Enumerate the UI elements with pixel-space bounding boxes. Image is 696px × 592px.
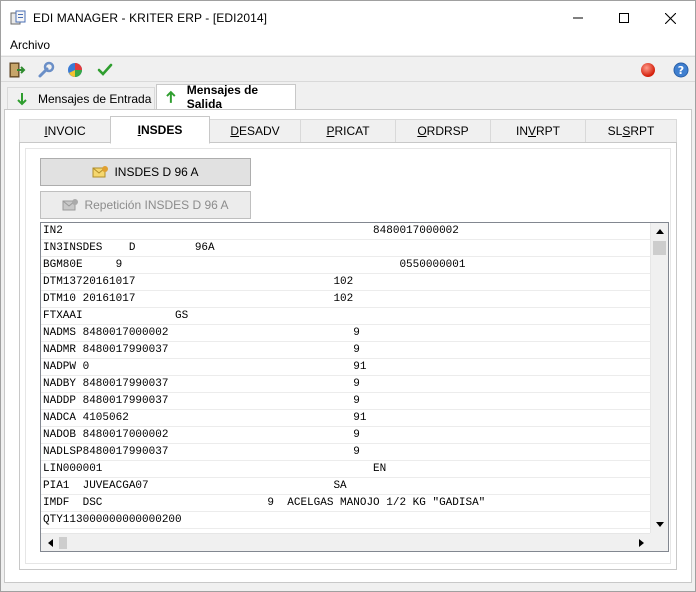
tab-desadv[interactable]: DESADV: [209, 119, 301, 143]
chart-icon[interactable]: [66, 61, 84, 79]
list-item[interactable]: LIN000001 EN: [41, 461, 650, 478]
tab-ordrsp[interactable]: ORDRSP: [395, 119, 491, 143]
wrench-icon[interactable]: [37, 61, 55, 79]
app-window: EDI MANAGER - KRITER ERP - [EDI2014] Arc…: [0, 0, 696, 592]
exit-icon[interactable]: [8, 61, 26, 79]
red-record-icon[interactable]: [639, 61, 657, 79]
envelope-disabled-icon: [62, 199, 79, 211]
menu-bar: Archivo: [1, 35, 695, 55]
tab-mensajes-entrada[interactable]: Mensajes de Entrada: [7, 87, 155, 110]
maximize-icon: [619, 13, 629, 23]
tab-pricat[interactable]: PRICAT: [300, 119, 396, 143]
list-item[interactable]: BGM80E 9 0550000001 9: [41, 257, 650, 274]
list-item[interactable]: FTXAAI GS: [41, 308, 650, 325]
list-item[interactable]: IN2 8480017000002 848001799: [41, 223, 650, 240]
scroll-left-icon: [47, 538, 53, 547]
tab-mensajes-salida[interactable]: Mensajes de Salida: [156, 83, 296, 111]
check-icon[interactable]: [96, 61, 114, 79]
list-item[interactable]: IN3INSDES D 96A: [41, 240, 650, 257]
help-icon[interactable]: ?: [672, 61, 690, 79]
insdes-repeat-label: Repetición INSDES D 96 A: [84, 198, 229, 212]
minimize-button[interactable]: [555, 1, 601, 35]
tab-mensajes-entrada-label: Mensajes de Entrada: [38, 92, 152, 106]
app-icon: [10, 10, 26, 25]
list-item[interactable]: NADDP 8480017990037 9: [41, 393, 650, 410]
tab-slsrpt[interactable]: SLSRPT: [585, 119, 677, 143]
scrollbar-corner: [650, 533, 668, 551]
outer-tabs: Mensajes de Entrada Mensajes de Salida: [1, 83, 695, 111]
list-item[interactable]: DTM10 20161017 102: [41, 291, 650, 308]
scroll-left-button[interactable]: [41, 534, 59, 551]
horizontal-scrollbar[interactable]: [41, 533, 650, 551]
tab-invoic[interactable]: INVOIC: [19, 119, 111, 143]
window-title: EDI MANAGER - KRITER ERP - [EDI2014]: [33, 11, 268, 25]
insdes-panel: INSDES D 96 A Repetición INSDES D 96 A I…: [19, 142, 677, 570]
close-icon: [664, 12, 676, 24]
scroll-up-button[interactable]: [651, 223, 668, 240]
horizontal-scroll-thumb[interactable]: [59, 537, 67, 549]
envelope-icon: [92, 166, 109, 178]
vertical-scroll-thumb[interactable]: [653, 241, 666, 255]
list-item[interactable]: NADMR 8480017990037 9: [41, 342, 650, 359]
insdes-repeat-button[interactable]: Repetición INSDES D 96 A: [40, 191, 251, 219]
list-item[interactable]: QTY113000000000000200: [41, 512, 650, 529]
tab-mensajes-salida-label: Mensajes de Salida: [186, 83, 259, 111]
toolbar: ?: [1, 56, 695, 82]
list-item[interactable]: NADLSP8480017990037 9: [41, 444, 650, 461]
insdes-generate-button[interactable]: INSDES D 96 A: [40, 158, 251, 186]
list-item[interactable]: DTM13720161017 102: [41, 274, 650, 291]
svg-text:?: ?: [678, 64, 684, 77]
tab-invrpt[interactable]: INVRPT: [490, 119, 586, 143]
list-item[interactable]: IMDF DSC 9 ACELGAS MANOJO 1/2 KG "GADISA…: [41, 495, 650, 512]
list-item[interactable]: NADBY 8480017990037 9: [41, 376, 650, 393]
arrow-down-icon: [17, 93, 27, 106]
scroll-up-icon: [656, 229, 664, 234]
close-button[interactable]: [647, 1, 693, 35]
list-item[interactable]: NADMS 8480017000002 9: [41, 325, 650, 342]
outer-panel: INVOIC INSDES DESADV PRICAT ORDRSP INVRP…: [4, 109, 692, 583]
insdes-generate-label: INSDES D 96 A: [114, 165, 199, 179]
vertical-scrollbar[interactable]: [650, 223, 668, 533]
list-item[interactable]: PIA1 JUVEACGA07 SA: [41, 478, 650, 495]
minimize-icon: [573, 17, 583, 19]
list-item[interactable]: NADCA 4105062 91: [41, 410, 650, 427]
list-item[interactable]: NADPW 0 91: [41, 359, 650, 376]
title-bar: EDI MANAGER - KRITER ERP - [EDI2014]: [1, 1, 695, 35]
maximize-button[interactable]: [601, 1, 647, 35]
scroll-right-icon: [638, 538, 644, 547]
menu-archivo[interactable]: Archivo: [10, 38, 50, 52]
message-rows: IN2 8480017000002 848001799 IN3INSDES D …: [41, 223, 650, 533]
scroll-down-icon: [656, 522, 664, 527]
scroll-down-button[interactable]: [651, 516, 668, 533]
list-item[interactable]: NADOB 8480017000002 9: [41, 427, 650, 444]
message-listbox[interactable]: IN2 8480017000002 848001799 IN3INSDES D …: [40, 222, 669, 552]
tab-insdes[interactable]: INSDES: [110, 116, 210, 144]
arrow-up-icon: [166, 90, 176, 103]
scroll-right-button[interactable]: [632, 534, 650, 551]
